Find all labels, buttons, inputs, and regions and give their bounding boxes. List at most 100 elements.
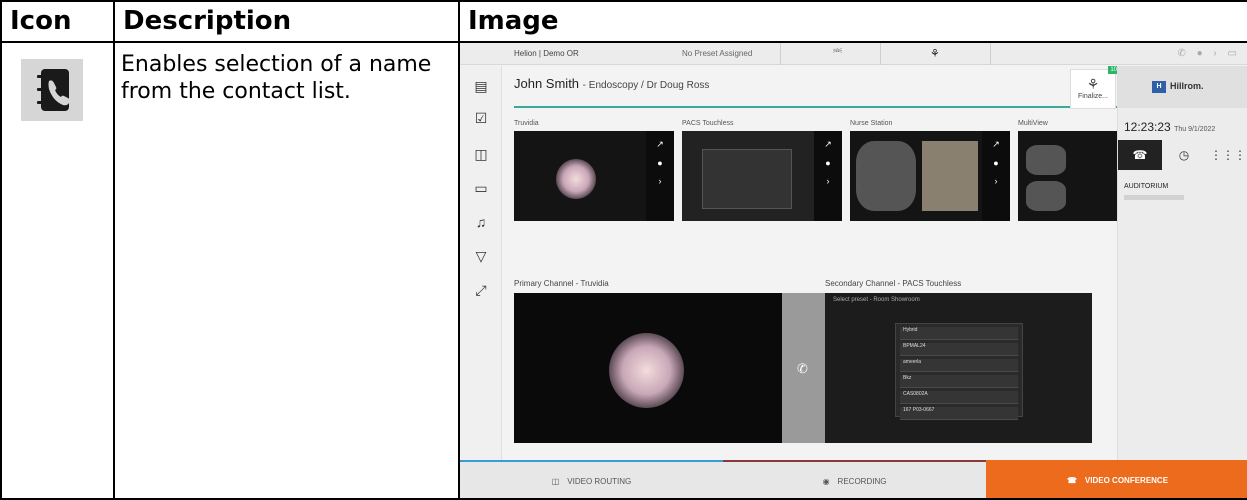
- clock: 12:23:23 Thu 9/1/2022: [1124, 120, 1215, 134]
- list-item[interactable]: CAS0802A: [900, 391, 1018, 404]
- header-row: Icon Description Image: [0, 0, 1247, 43]
- record-icon[interactable]: ●: [814, 158, 842, 168]
- brand-name: Hillrom.: [1170, 81, 1204, 91]
- tab-contacts[interactable]: ☎: [1118, 140, 1162, 170]
- keypad-icon: ⋮⋮⋮: [1210, 148, 1246, 162]
- list-item[interactable]: Hybrid: [900, 327, 1018, 340]
- checklist-icon[interactable]: ☑: [471, 108, 491, 128]
- expand-icon[interactable]: ↗: [814, 139, 842, 150]
- ribcage-image: [922, 141, 978, 211]
- pacs-preview: [702, 149, 792, 209]
- header-description: Description: [113, 0, 460, 43]
- display-icon[interactable]: ▭: [471, 178, 491, 198]
- divider: [880, 44, 881, 65]
- source-label: PACS Touchless: [682, 120, 734, 127]
- teal-divider: [514, 106, 1118, 108]
- primary-channel-label: Primary Channel - Truvidia: [514, 279, 609, 288]
- primary-channel-view[interactable]: [514, 293, 782, 443]
- list-item[interactable]: ameerla: [900, 359, 1018, 372]
- patient-card-icon[interactable]: ▤: [471, 76, 491, 96]
- secondary-header: Select preset - Room Showroom: [833, 297, 920, 303]
- brand-area: H Hillrom.: [1118, 66, 1246, 108]
- video-routing-label: VIDEO ROUTING: [567, 476, 632, 486]
- source-thumbnail-multiview[interactable]: [1018, 131, 1117, 221]
- clock-icon: ◷: [1178, 148, 1190, 162]
- patient-detail: - Endoscopy / Dr Doug Ross: [582, 80, 710, 91]
- multiview-tile: [1026, 181, 1066, 211]
- left-nav: ▤ ☑ ◫ ▭ ♫ ▽ ⤢: [461, 66, 502, 476]
- routing-icon: ◫: [551, 476, 560, 486]
- tab-keypad[interactable]: ⋮⋮⋮: [1206, 140, 1246, 170]
- status-icons: ✆ ● › ▭: [1177, 48, 1241, 59]
- app-screenshot: Helion | Demo OR No Preset Assigned ⎃ ⚘ …: [461, 44, 1246, 497]
- content-row: Enables selection of a name from the con…: [0, 41, 1247, 500]
- ct-scan-image: [856, 141, 916, 211]
- list-item[interactable]: 167 P03-0667: [900, 407, 1018, 420]
- record-icon[interactable]: ●: [646, 158, 674, 168]
- hillrom-logo: H: [1152, 81, 1166, 93]
- image-cell: Helion | Demo OR No Preset Assigned ⎃ ⚘ …: [458, 41, 1247, 500]
- secondary-channel-label: Secondary Channel - PACS Touchless: [825, 279, 962, 288]
- recording-label: RECORDING: [837, 476, 887, 486]
- phone-icon[interactable]: ✆: [797, 361, 808, 377]
- list-item[interactable]: Bkz: [900, 375, 1018, 388]
- preset-status: No Preset Assigned: [682, 49, 753, 58]
- header-icon: Icon: [0, 0, 115, 43]
- description-text: Enables selection of a name from the con…: [121, 52, 432, 104]
- contact-address: [1124, 195, 1184, 200]
- expand-icon[interactable]: ⤢: [471, 280, 491, 300]
- contact-item[interactable]: AUDITORIUM: [1124, 183, 1168, 190]
- secondary-channel-view[interactable]: Select preset - Room Showroom Hybrid BPM…: [825, 293, 1092, 443]
- expand-icon[interactable]: ↗: [646, 139, 674, 150]
- endoscope-image: [609, 333, 684, 408]
- record-icon[interactable]: ●: [982, 158, 1010, 168]
- divider: [990, 44, 991, 65]
- room-title: Helion | Demo OR: [514, 49, 579, 58]
- finalize-label: Finalize...: [1078, 93, 1108, 100]
- light-icon[interactable]: ▽: [471, 246, 491, 266]
- endoscope-image: [556, 159, 596, 199]
- source-thumbnail-truvidia[interactable]: ↗ ● ›: [514, 131, 674, 221]
- multiview-tile: [1026, 145, 1066, 175]
- stream-icon[interactable]: ›: [982, 176, 1010, 186]
- video-conference-button[interactable]: ☎ VIDEO CONFERENCE: [986, 460, 1246, 497]
- audio-icon[interactable]: ♫: [471, 212, 491, 232]
- finalize-icon: ⚘: [1086, 76, 1100, 92]
- recording-icon: ◉: [822, 476, 830, 486]
- source-label: MultiView: [1018, 120, 1048, 127]
- stream-icon[interactable]: ›: [646, 176, 674, 186]
- patient-header: John Smith - Endoscopy / Dr Doug Ross: [514, 76, 709, 91]
- list-item[interactable]: BPMAL24: [900, 343, 1018, 356]
- thumbnail-controls: ↗ ● ›: [646, 131, 674, 221]
- conference-tabs: ☎ ◷ ⋮⋮⋮: [1118, 140, 1246, 170]
- recording-button[interactable]: ◉ RECORDING: [723, 460, 986, 497]
- source-label: Truvidia: [514, 120, 539, 127]
- divider: [780, 44, 781, 65]
- document-table: Icon Description Image Enables selection…: [0, 0, 1247, 500]
- contact-book-icon: ☎: [1132, 148, 1148, 162]
- right-panel: H Hillrom. 12:23:23 Thu 9/1/2022 ☎ ◷ ⋮⋮⋮…: [1117, 66, 1246, 476]
- finalize-button[interactable]: 10 ⚘ Finalize...: [1070, 66, 1119, 109]
- routing-icon[interactable]: ◫: [471, 144, 491, 164]
- thumbnail-controls: ↗ ● ›: [982, 131, 1010, 221]
- expand-icon[interactable]: ↗: [982, 139, 1010, 150]
- source-label: Nurse Station: [850, 120, 893, 127]
- top-bar: Helion | Demo OR No Preset Assigned ⎃ ⚘ …: [461, 44, 1246, 65]
- conference-icon: ☎: [1066, 475, 1077, 485]
- source-thumbnail-nurse[interactable]: ↗ ● ›: [850, 131, 1010, 221]
- header-image: Image: [458, 0, 1247, 43]
- preset-list: Hybrid BPMAL24 ameerla Bkz CAS0802A 167 …: [895, 323, 1023, 420]
- surgeon-icon[interactable]: ⚘: [930, 47, 940, 60]
- bottom-bar: ◫ VIDEO ROUTING ◉ RECORDING ☎ VIDEO CONF…: [461, 460, 1246, 497]
- description-cell: Enables selection of a name from the con…: [113, 41, 460, 500]
- lock-icon[interactable]: ⎃: [833, 47, 842, 60]
- stream-icon[interactable]: ›: [814, 176, 842, 186]
- clock-time: 12:23:23: [1124, 120, 1171, 134]
- video-routing-button[interactable]: ◫ VIDEO ROUTING: [461, 460, 723, 497]
- tab-recent[interactable]: ◷: [1162, 140, 1206, 170]
- thumbnail-controls: ↗ ● ›: [814, 131, 842, 221]
- icon-cell: [0, 41, 115, 500]
- source-thumbnail-pacs[interactable]: ↗ ● ›: [682, 131, 842, 221]
- contact-book-icon: [21, 59, 83, 121]
- patient-name: John Smith: [514, 76, 580, 91]
